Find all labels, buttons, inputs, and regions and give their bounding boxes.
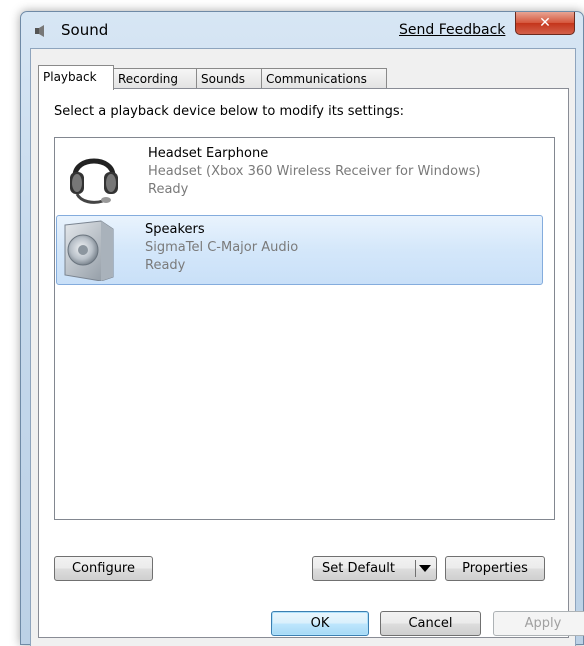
headset-icon xyxy=(70,158,118,204)
device-name: Headset Earphone xyxy=(148,146,269,161)
tab-sounds[interactable]: Sounds xyxy=(196,68,262,89)
instruction-text: Select a playback device below to modify… xyxy=(54,104,404,119)
tab-label: Recording xyxy=(118,72,179,86)
split-separator xyxy=(415,560,416,577)
speaker-icon xyxy=(35,25,44,37)
tab-playback[interactable]: Playback xyxy=(38,65,114,90)
set-default-split-button[interactable]: Set Default xyxy=(312,556,437,581)
sound-dialog-window: Sound Send Feedback ✕ Playback Recording… xyxy=(20,11,584,646)
send-feedback-link[interactable]: Send Feedback xyxy=(399,22,505,38)
tab-label: Communications xyxy=(266,72,367,86)
device-status: Ready xyxy=(145,258,186,273)
device-name: Speakers xyxy=(145,222,205,237)
device-status: Ready xyxy=(148,182,189,197)
tab-label: Playback xyxy=(43,70,97,84)
tab-recording[interactable]: Recording xyxy=(113,68,197,89)
ok-button[interactable]: OK xyxy=(271,611,369,636)
chevron-down-icon[interactable] xyxy=(419,565,431,572)
device-list[interactable]: Headset Earphone Headset (Xbox 360 Wirel… xyxy=(54,137,555,520)
configure-button[interactable]: Configure xyxy=(54,556,153,581)
device-item-headset-earphone[interactable]: Headset Earphone Headset (Xbox 360 Wirel… xyxy=(60,140,547,210)
dialog-client-area: Playback Recording Sounds Communications… xyxy=(30,48,584,646)
device-description: SigmaTel C-Major Audio xyxy=(145,240,299,255)
properties-button[interactable]: Properties xyxy=(445,556,545,581)
tab-label: Sounds xyxy=(201,72,246,86)
title-bar[interactable]: Sound Send Feedback ✕ xyxy=(21,12,583,48)
window-title: Sound xyxy=(61,21,109,39)
tab-communications[interactable]: Communications xyxy=(261,68,387,89)
set-default-label: Set Default xyxy=(322,561,395,576)
apply-button: Apply xyxy=(493,611,584,636)
device-description: Headset (Xbox 360 Wireless Receiver for … xyxy=(148,164,481,179)
close-button[interactable]: ✕ xyxy=(515,12,575,35)
cancel-button[interactable]: Cancel xyxy=(380,611,481,636)
device-item-speakers[interactable]: Speakers SigmaTel C-Major Audio Ready xyxy=(56,215,543,285)
close-icon: ✕ xyxy=(539,15,551,31)
speaker-icon xyxy=(64,220,114,281)
playback-panel: Select a playback device below to modify… xyxy=(38,88,569,638)
